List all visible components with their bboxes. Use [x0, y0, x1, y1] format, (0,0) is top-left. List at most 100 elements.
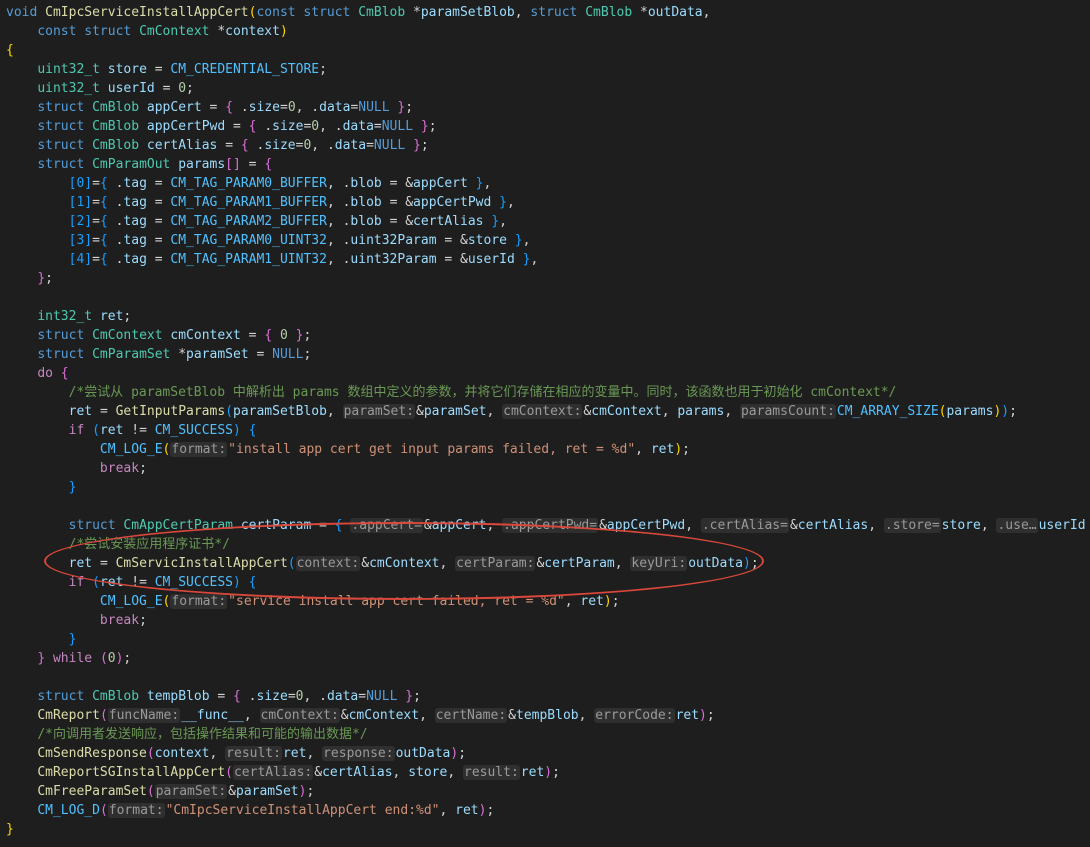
code-token: , . [303, 689, 327, 704]
inlay-hint: paramSet: [342, 404, 416, 419]
code-line: struct CmAppCertParam certParam = { .app… [6, 516, 1090, 535]
code-token: ret [99, 423, 132, 438]
code-line: [0]={ .tag = CM_TAG_PARAM0_BUFFER, .blob… [6, 174, 492, 193]
code-token: = [162, 81, 179, 96]
code-token: if [68, 575, 93, 590]
code-token: cmContext [348, 708, 420, 723]
code-line: struct CmParamOut params[] = { [6, 155, 272, 174]
code-token: ( [99, 651, 108, 666]
code-token: { [6, 43, 14, 58]
code-token: ; [682, 442, 690, 457]
code-token: , [514, 5, 531, 20]
code-token: } [37, 651, 53, 666]
code-token: ) [544, 765, 553, 780]
inlay-hint: errorCode: [594, 708, 675, 723]
code-token: outData [647, 5, 703, 20]
code-token: , [868, 518, 884, 533]
code-token: ) [699, 708, 707, 723]
code-token: . [248, 689, 257, 704]
code-token: certAlias [322, 765, 393, 780]
code-line: uint32_t userId = 0; [6, 79, 194, 98]
code-token: CM_SUCCESS [154, 575, 234, 590]
code-token: CmBlob [92, 138, 147, 153]
code-token: /*尝试从 paramSetBlob 中解析出 params 数组中定义的参数，… [68, 385, 897, 400]
code-token: tag [123, 176, 155, 191]
inlay-hint: paramsCount: [739, 404, 836, 419]
code-token: { [60, 366, 69, 381]
code-token: NULL [366, 689, 406, 704]
code-token: appCertPwd [413, 195, 500, 210]
code-token: ret [68, 556, 100, 571]
code-token: size [264, 138, 296, 153]
code-token: userId [1038, 518, 1090, 533]
code-token: 0 [287, 100, 296, 115]
code-token: , [980, 518, 997, 533]
code-token: & [361, 556, 370, 571]
code-token: ; [139, 613, 147, 628]
code-token: } [420, 119, 429, 134]
code-token: { [99, 233, 116, 248]
code-token: } [491, 214, 500, 229]
code-token: = & [389, 195, 414, 210]
code-token: tag [123, 214, 155, 229]
code-token: appCertPwd [606, 518, 686, 533]
code-line: CM_LOG_E(format: "install app cert get in… [6, 440, 690, 459]
code-token: data [342, 119, 374, 134]
code-token: ; [306, 784, 315, 799]
code-token: params [178, 157, 226, 172]
code-line: } [6, 478, 77, 497]
code-line: } [6, 820, 14, 839]
code-token: , [447, 765, 463, 780]
code-token: data [326, 689, 359, 704]
code-token: ) [674, 442, 683, 457]
code-token: ( [146, 746, 155, 761]
code-token: 0 [107, 651, 116, 666]
code-token: ( [225, 765, 233, 780]
code-token: { [334, 518, 351, 533]
code-token: != [131, 423, 155, 438]
code-token: store [408, 765, 448, 780]
code-token: void [6, 5, 46, 20]
code-token: outData [688, 556, 743, 571]
code-line: }; [6, 269, 53, 288]
code-line: CM_LOG_E(format: "service install app cer… [6, 592, 620, 611]
code-token: struct [530, 5, 586, 20]
code-token: ( [99, 708, 108, 723]
code-token: CM_CREDENTIAL_STORE [170, 62, 320, 77]
code-line: CmFreeParamSet(paramSet: &paramSet); [6, 782, 314, 801]
code-token: ( [92, 423, 100, 438]
code-token: cmContext [591, 404, 662, 419]
code-token: ; [123, 309, 132, 324]
code-token: { [99, 176, 116, 191]
code-token: paramSet [186, 347, 257, 362]
code-token: = [373, 119, 382, 134]
code-token: ret [68, 404, 100, 419]
code-token: "install app cert get input params faile… [228, 442, 636, 457]
code-editor[interactable]: void CmIpcServiceInstallAppCert (const st… [0, 0, 1090, 847]
code-token: CmBlob [92, 100, 147, 115]
code-token: data [334, 138, 367, 153]
code-token: [3] [68, 233, 93, 248]
code-token: paramSet [236, 784, 299, 799]
code-token: , . [295, 100, 320, 115]
code-token: struct [37, 100, 93, 115]
code-token: = [154, 62, 171, 77]
code-token: certAlias [797, 518, 869, 533]
inlay-hint: .appCertPwd= [502, 518, 599, 533]
code-token: paramSetBlob [233, 404, 327, 419]
code-token: * [217, 24, 226, 39]
code-line: do { [6, 364, 69, 383]
code-token: ) [1001, 404, 1010, 419]
code-token: , [506, 195, 515, 210]
code-token: CM_LOG_E [99, 442, 163, 457]
code-token: ) [450, 746, 459, 761]
code-token: = [154, 176, 171, 191]
code-token: do [37, 366, 61, 381]
code-token: struct [37, 689, 93, 704]
code-token: , . [326, 233, 351, 248]
code-token: CM_TAG_PARAM2_BUFFER [170, 214, 327, 229]
